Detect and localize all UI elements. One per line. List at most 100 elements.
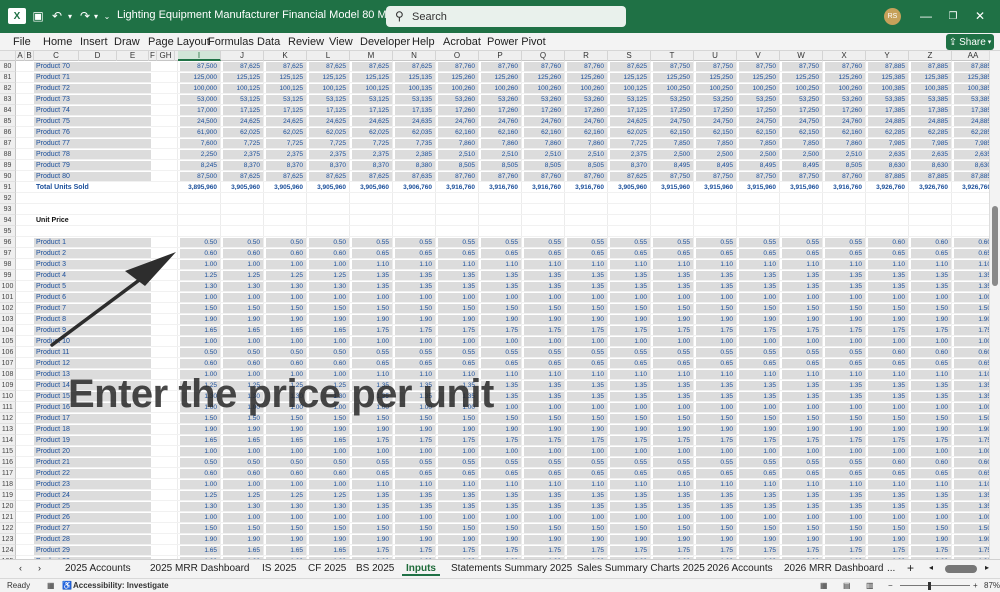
avatar[interactable]: RS (884, 8, 901, 25)
column-header[interactable]: R (565, 51, 608, 61)
column-header[interactable]: Y (866, 51, 909, 61)
column-header[interactable]: F (149, 51, 157, 61)
menu-draw[interactable]: Draw (114, 36, 140, 48)
tab-2026-accounts[interactable]: 2026 Accounts (707, 563, 773, 574)
save-icon[interactable]: ▣ (31, 7, 45, 25)
row-number[interactable]: 103 (0, 314, 16, 325)
column-header[interactable]: U (694, 51, 737, 61)
menu-acrobat[interactable]: Acrobat (443, 36, 481, 48)
row-number[interactable]: 115 (0, 446, 16, 457)
row-number[interactable]: 84 (0, 105, 16, 116)
column-header[interactable]: T (651, 51, 694, 61)
row-number[interactable]: 85 (0, 116, 16, 127)
horizontal-scrollbar-thumb[interactable] (945, 565, 977, 573)
row-number[interactable]: 120 (0, 501, 16, 512)
row-number[interactable]: 98 (0, 259, 16, 270)
row-number[interactable]: 119 (0, 490, 16, 501)
row-number[interactable]: 114 (0, 435, 16, 446)
column-header[interactable]: A (16, 51, 25, 61)
column-header[interactable]: K (264, 51, 307, 61)
prev-sheet-icon[interactable]: ‹ (19, 563, 22, 573)
page-break-view-icon[interactable]: ▥ (866, 581, 874, 590)
row-number[interactable]: 86 (0, 127, 16, 138)
column-header[interactable]: E (117, 51, 149, 61)
column-header[interactable]: N (393, 51, 436, 61)
column-header[interactable]: P (479, 51, 522, 61)
menu-help[interactable]: Help (412, 36, 435, 48)
row-number[interactable]: 91 (0, 182, 16, 193)
more-sheets-button[interactable]: ... (887, 563, 895, 574)
column-header[interactable]: D (79, 51, 117, 61)
column-header[interactable]: I (178, 51, 221, 61)
tab-2026-mrr-dashboard[interactable]: 2026 MRR Dashboard (784, 563, 884, 574)
tab-inputs[interactable]: Inputs (402, 563, 440, 576)
column-header[interactable]: B (25, 51, 34, 61)
accessibility-status[interactable]: Accessibility: Investigate (73, 581, 169, 590)
column-header[interactable]: V (737, 51, 780, 61)
column-header[interactable]: L (307, 51, 350, 61)
select-all-corner[interactable] (0, 51, 16, 61)
menu-file[interactable]: File (13, 36, 31, 48)
row-number[interactable]: 99 (0, 270, 16, 281)
next-sheet-icon[interactable]: › (38, 563, 41, 573)
menu-formulas[interactable]: Formulas (208, 36, 254, 48)
page-layout-view-icon[interactable]: ▤ (843, 581, 851, 590)
tab-bs-2025[interactable]: BS 2025 (356, 563, 394, 574)
row-number[interactable]: 87 (0, 138, 16, 149)
add-sheet-icon[interactable]: + (907, 561, 914, 575)
undo-icon[interactable]: ↶ (50, 7, 64, 25)
row-number[interactable]: 108 (0, 369, 16, 380)
row-number[interactable]: 122 (0, 523, 16, 534)
row-number[interactable]: 93 (0, 204, 16, 215)
row-number[interactable]: 92 (0, 193, 16, 204)
sheet-scroll-left-icon[interactable]: ◂ (929, 563, 933, 572)
column-header[interactable]: S (608, 51, 651, 61)
menu-insert[interactable]: Insert (80, 36, 108, 48)
row-number[interactable]: 95 (0, 226, 16, 237)
column-header[interactable]: GH (157, 51, 175, 61)
row-number[interactable]: 102 (0, 303, 16, 314)
restore-icon[interactable]: ❐ (943, 6, 963, 26)
row-number[interactable]: 116 (0, 457, 16, 468)
row-number[interactable]: 121 (0, 512, 16, 523)
menu-review[interactable]: Review (288, 36, 324, 48)
column-header[interactable]: O (436, 51, 479, 61)
row-number[interactable]: 113 (0, 424, 16, 435)
row-number[interactable]: 123 (0, 534, 16, 545)
zoom-slider-handle[interactable] (928, 582, 931, 590)
search-box[interactable]: ⚲ Search (386, 6, 626, 27)
customize-toolbar-icon[interactable]: ⌄ (103, 7, 111, 25)
column-header[interactable]: C (34, 51, 79, 61)
row-number[interactable]: 109 (0, 380, 16, 391)
zoom-in-icon[interactable]: + (973, 581, 978, 590)
normal-view-icon[interactable]: ▦ (820, 581, 828, 590)
menu-data[interactable]: Data (257, 36, 280, 48)
row-number[interactable]: 118 (0, 479, 16, 490)
column-header[interactable]: AA (952, 51, 989, 61)
tab-cf-2025[interactable]: CF 2025 (308, 563, 346, 574)
row-number[interactable]: 117 (0, 468, 16, 479)
row-number[interactable]: 106 (0, 347, 16, 358)
tab-sales-summary-charts-2025[interactable]: Sales Summary Charts 2025 (577, 563, 705, 574)
scrollbar-thumb[interactable] (992, 206, 998, 286)
share-button[interactable]: ⇪ Share ▾ (946, 34, 994, 50)
spreadsheet-grid[interactable]: A B C D E F GH I J K L M N O P Q R S T U V W X Y Z AA 80 Product 7… (0, 51, 989, 559)
menu-developer[interactable]: Developer (360, 36, 410, 48)
row-number[interactable]: 89 (0, 160, 16, 171)
column-header[interactable]: Z (909, 51, 952, 61)
zoom-out-icon[interactable]: − (888, 581, 893, 590)
sheet-scroll-right-icon[interactable]: ▸ (985, 563, 989, 572)
row-number[interactable]: 110 (0, 391, 16, 402)
minimize-icon[interactable]: — (916, 6, 936, 26)
row-number[interactable]: 83 (0, 94, 16, 105)
menu-home[interactable]: Home (43, 36, 72, 48)
row-number[interactable]: 100 (0, 281, 16, 292)
tab-2025-accounts[interactable]: 2025 Accounts (65, 563, 131, 574)
undo-dropdown-icon[interactable]: ▾ (66, 7, 74, 25)
row-number[interactable]: 105 (0, 336, 16, 347)
row-number[interactable]: 111 (0, 402, 16, 413)
accessibility-icon[interactable]: ♿ (62, 581, 72, 590)
column-header[interactable]: J (221, 51, 264, 61)
row-number[interactable]: 81 (0, 72, 16, 83)
row-number[interactable]: 124 (0, 545, 16, 556)
